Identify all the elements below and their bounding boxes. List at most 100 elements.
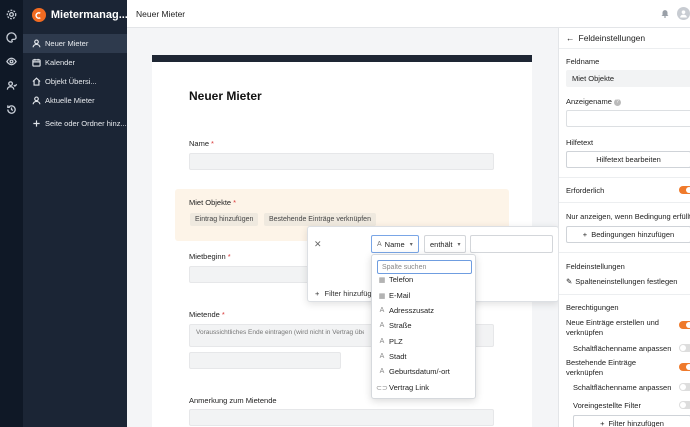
- avatar[interactable]: [677, 7, 690, 20]
- users-icon[interactable]: [5, 79, 18, 92]
- icon-rail: [0, 0, 23, 427]
- neue-eintraege-label: Neue Einträge erstellen und verknüpfen: [566, 318, 659, 337]
- add-filter-button[interactable]: + Filter hinzufüg: [315, 289, 372, 298]
- filter-value-input[interactable]: [470, 235, 553, 253]
- sidebar-item-label: Neuer Mieter: [45, 39, 89, 48]
- top-bar: Neuer Mieter: [127, 0, 690, 28]
- link-icon: ⊂⊃: [376, 384, 388, 392]
- add-filter-panel-button[interactable]: + Filter hinzufügen: [573, 415, 690, 427]
- anmerkung-label: Anmerkung zum Mietende: [189, 396, 277, 405]
- anzeigename-label: Anzeigename?: [566, 97, 621, 106]
- mietende-date-input[interactable]: [189, 352, 341, 369]
- hilfetext-label: Hilfetext: [566, 138, 594, 147]
- eye-icon[interactable]: [5, 55, 18, 68]
- field-settings-panel: ← Feldeinstellungen Feldname Miet Objekte…: [558, 28, 690, 427]
- feldname-label: Feldname: [566, 57, 600, 66]
- dropdown-option[interactable]: A Stadt: [378, 349, 407, 364]
- dropdown-option[interactable]: ⊂⊃ Vertrag Link: [376, 380, 429, 395]
- hilfetext-button[interactable]: Hilfetext bearbeiten: [566, 151, 690, 168]
- schaltflaeche1-toggle[interactable]: [679, 344, 690, 352]
- voreingestellte-toggle[interactable]: [679, 401, 690, 409]
- sidebar-item-label: Kalender: [45, 58, 76, 67]
- name-label: Name *: [189, 139, 214, 148]
- calendar-icon: [32, 58, 41, 67]
- chevron-down-icon: ▾: [409, 241, 413, 248]
- history-icon[interactable]: [5, 103, 18, 116]
- filter-field-value: Name: [384, 239, 405, 249]
- berechtigungen-label: Berechtigungen: [566, 303, 619, 312]
- mietbeginn-label: Mietbeginn *: [189, 252, 231, 261]
- feldname-input[interactable]: Miet Objekte: [566, 70, 690, 87]
- dropdown-option[interactable]: ▦ E-Mail: [378, 288, 411, 303]
- schaltflaeche1-label: Schaltflächenname anpassen: [573, 344, 672, 353]
- plus-icon: +: [315, 289, 320, 298]
- bedingung-label: Nur anzeigen, wenn Bedingung erfüllt ist: [566, 212, 690, 221]
- anzeigename-input[interactable]: [566, 110, 690, 127]
- plus-icon: +: [600, 419, 605, 427]
- filter-field-select[interactable]: A Name ▾: [371, 235, 419, 253]
- app-title: Mietermanag...: [50, 9, 127, 21]
- page-title: Neuer Mieter: [136, 8, 186, 19]
- text-type-icon: A: [377, 240, 382, 248]
- app-header: Mietermanag...: [23, 0, 127, 30]
- form-title: Neuer Mieter: [189, 89, 262, 103]
- palette-icon[interactable]: [5, 31, 18, 44]
- sidebar-item-kalender[interactable]: Kalender: [23, 53, 127, 72]
- add-entry-button[interactable]: Eintrag hinzufügen: [190, 213, 259, 226]
- add-page-label: Seite oder Ordner hinz...: [45, 119, 127, 128]
- bell-icon[interactable]: [660, 8, 670, 20]
- back-arrow-icon[interactable]: ←: [566, 33, 575, 43]
- text-icon: A: [379, 338, 385, 345]
- filter-operator-select[interactable]: enthält ▾: [424, 235, 466, 253]
- dropdown-option[interactable]: A Straße: [378, 318, 412, 333]
- text-icon: A: [379, 368, 385, 375]
- miet-objekte-label: Miet Objekte *: [189, 198, 237, 207]
- text-icon: A: [379, 322, 385, 329]
- feldeinstellungen-label: Feldeinstellungen: [566, 262, 625, 271]
- neue-eintraege-toggle[interactable]: [679, 321, 690, 329]
- panel-header: ← Feldeinstellungen: [566, 33, 645, 43]
- settings-icon[interactable]: [5, 8, 18, 21]
- mietende-placeholder: Voraussichtliches Ende eintragen (wird n…: [196, 329, 364, 336]
- bestehende-toggle[interactable]: [679, 363, 690, 371]
- dropdown-option[interactable]: ▦ Telefon: [378, 272, 414, 287]
- table-icon: ▦: [378, 276, 386, 284]
- sidebar-item-neuer-mieter[interactable]: Neuer Mieter: [23, 34, 127, 53]
- plus-icon: +: [582, 230, 588, 239]
- add-page-button[interactable]: Seite oder Ordner hinz...: [23, 114, 127, 133]
- column-settings-button[interactable]: ✎ Spalteneinstellungen festlegen: [566, 277, 677, 286]
- home-icon: [32, 77, 41, 86]
- pencil-icon: ✎: [566, 277, 573, 286]
- add-filter-label: Filter hinzufüg: [324, 289, 372, 298]
- user-icon: [32, 96, 41, 105]
- plus-icon: [33, 120, 40, 127]
- dropdown-option[interactable]: A Adresszusatz: [378, 303, 434, 318]
- text-icon: A: [379, 307, 385, 314]
- add-condition-button[interactable]: + Bedingungen hinzufügen: [566, 226, 690, 243]
- dropdown-option[interactable]: A Geburtsdatum/-ort: [378, 364, 450, 379]
- voreingestellte-label: Voreingestellte Filter: [573, 401, 641, 410]
- sidebar-item-label: Aktuelle Mieter: [45, 96, 95, 105]
- sidebar-item-aktuelle-mieter[interactable]: Aktuelle Mieter: [23, 91, 127, 110]
- chevron-down-icon: ▾: [457, 241, 461, 248]
- mietende-label: Mietende *: [189, 310, 225, 319]
- filter-operator-value: enthält: [430, 239, 453, 249]
- column-search-placeholder: Spalte suchen: [382, 263, 427, 271]
- schaltflaeche2-toggle[interactable]: [679, 383, 690, 391]
- name-input[interactable]: [189, 153, 494, 170]
- close-icon[interactable]: ✕: [314, 239, 322, 250]
- dropdown-option[interactable]: A PLZ: [378, 334, 403, 349]
- info-icon: ?: [613, 98, 621, 106]
- sidebar-item-objekt-uebersicht[interactable]: Objekt Übersi...: [23, 72, 127, 91]
- text-icon: A: [379, 353, 385, 360]
- sidebar: Mietermanag... Neuer Mieter Kalender Obj…: [23, 0, 127, 427]
- link-existing-button[interactable]: Bestehende Einträge verknüpfen: [264, 213, 376, 226]
- bestehende-label: Bestehende Einträge verknüpfen: [566, 358, 637, 377]
- sidebar-item-label: Objekt Übersi...: [45, 77, 97, 86]
- app-logo-icon: [32, 8, 46, 22]
- user-icon: [32, 39, 41, 48]
- column-dropdown: Spalte suchen ▦ Telefon ▦ E-Mail A Adresszu…: [371, 254, 476, 399]
- panel-title: Feldeinstellungen: [578, 33, 646, 43]
- anmerkung-input[interactable]: [189, 409, 494, 426]
- erforderlich-toggle[interactable]: [679, 186, 690, 194]
